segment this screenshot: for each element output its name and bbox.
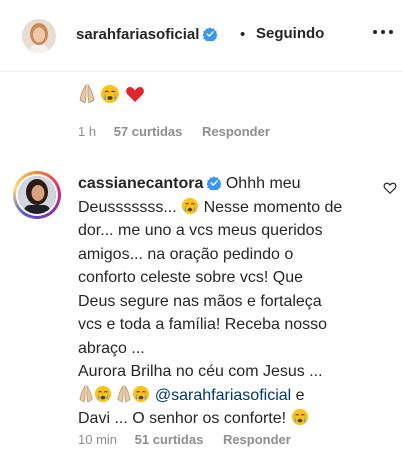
more-dot xyxy=(389,30,393,34)
top-comment-time[interactable]: 1 h xyxy=(78,124,96,139)
top-comment-meta: 1 h 57 curtidas Responder xyxy=(78,124,270,139)
following-button[interactable]: Seguindo xyxy=(256,25,324,42)
crying-face-icon xyxy=(133,385,150,402)
top-comment-reply-button[interactable]: Responder xyxy=(202,124,270,139)
comment-line: Nesse momento de xyxy=(203,198,343,216)
red-heart-icon xyxy=(126,87,144,102)
crying-face-icon xyxy=(94,385,112,402)
comment-line: vcs e toda a família! Receba nosso xyxy=(78,316,328,333)
post-header: sarahfariasoficial • Seguindo xyxy=(0,0,403,72)
header-separator: • xyxy=(240,26,246,43)
crying-face-icon xyxy=(101,85,120,103)
top-comment-emojis xyxy=(78,84,145,108)
author-avatar-image xyxy=(22,19,56,53)
comment-line: Aurora Brilha no céu com Jesus ... xyxy=(78,363,323,380)
crying-face-icon xyxy=(291,408,308,426)
verified-badge-icon xyxy=(203,27,218,41)
commenter-photo xyxy=(18,176,56,214)
comment-likes[interactable]: 51 curtidas xyxy=(135,432,204,447)
crying-face-icon xyxy=(182,197,199,214)
comment-meta: 10 min 51 curtidas Responder xyxy=(78,432,291,447)
top-comment-likes[interactable]: 57 curtidas xyxy=(114,124,183,139)
folded-hands-icon xyxy=(79,384,93,403)
commenter-avatar[interactable] xyxy=(13,171,61,219)
comment-text: cassianecantora Ohhh meu Deusssssss... N… xyxy=(78,172,368,431)
more-options-icon[interactable] xyxy=(372,28,394,38)
commenter-avatar-image xyxy=(18,176,56,214)
comment-line: abraço ... xyxy=(78,339,145,357)
like-heart-icon[interactable] xyxy=(383,181,397,195)
commenter-avatar-border xyxy=(16,174,58,216)
more-dot xyxy=(373,30,377,34)
author-avatar[interactable] xyxy=(22,19,56,53)
comment-line: e xyxy=(295,386,305,404)
comment-line: conforto celeste sobre vcs! Que xyxy=(78,269,303,286)
comment-line: Deusssssss... xyxy=(78,198,177,216)
comment-line: dor... me uno a vcs meus queridos xyxy=(78,222,323,239)
heart-outline xyxy=(383,182,397,194)
more-dot xyxy=(381,30,385,34)
comment-line: Deus segure nas mãos e fortaleça xyxy=(78,292,322,310)
comment-line: Davi ... O senhor os conforte! xyxy=(78,410,287,427)
author-username-text: sarahfariasoficial xyxy=(76,26,200,43)
verified-badge-icon xyxy=(207,176,222,190)
mention-link[interactable]: @sarahfariasoficial xyxy=(155,387,291,404)
author-username[interactable]: sarahfariasoficial xyxy=(76,26,218,43)
comment-time[interactable]: 10 min xyxy=(78,432,117,447)
folded-hands-icon xyxy=(79,84,95,104)
comment-reply-button[interactable]: Responder xyxy=(223,432,291,447)
comment-line: Ohhh meu xyxy=(225,175,301,192)
commenter-username[interactable]: cassianecantora xyxy=(78,175,203,192)
folded-hands-icon xyxy=(117,384,132,403)
comment-line: amigos... na oração pedindo o xyxy=(78,245,294,263)
